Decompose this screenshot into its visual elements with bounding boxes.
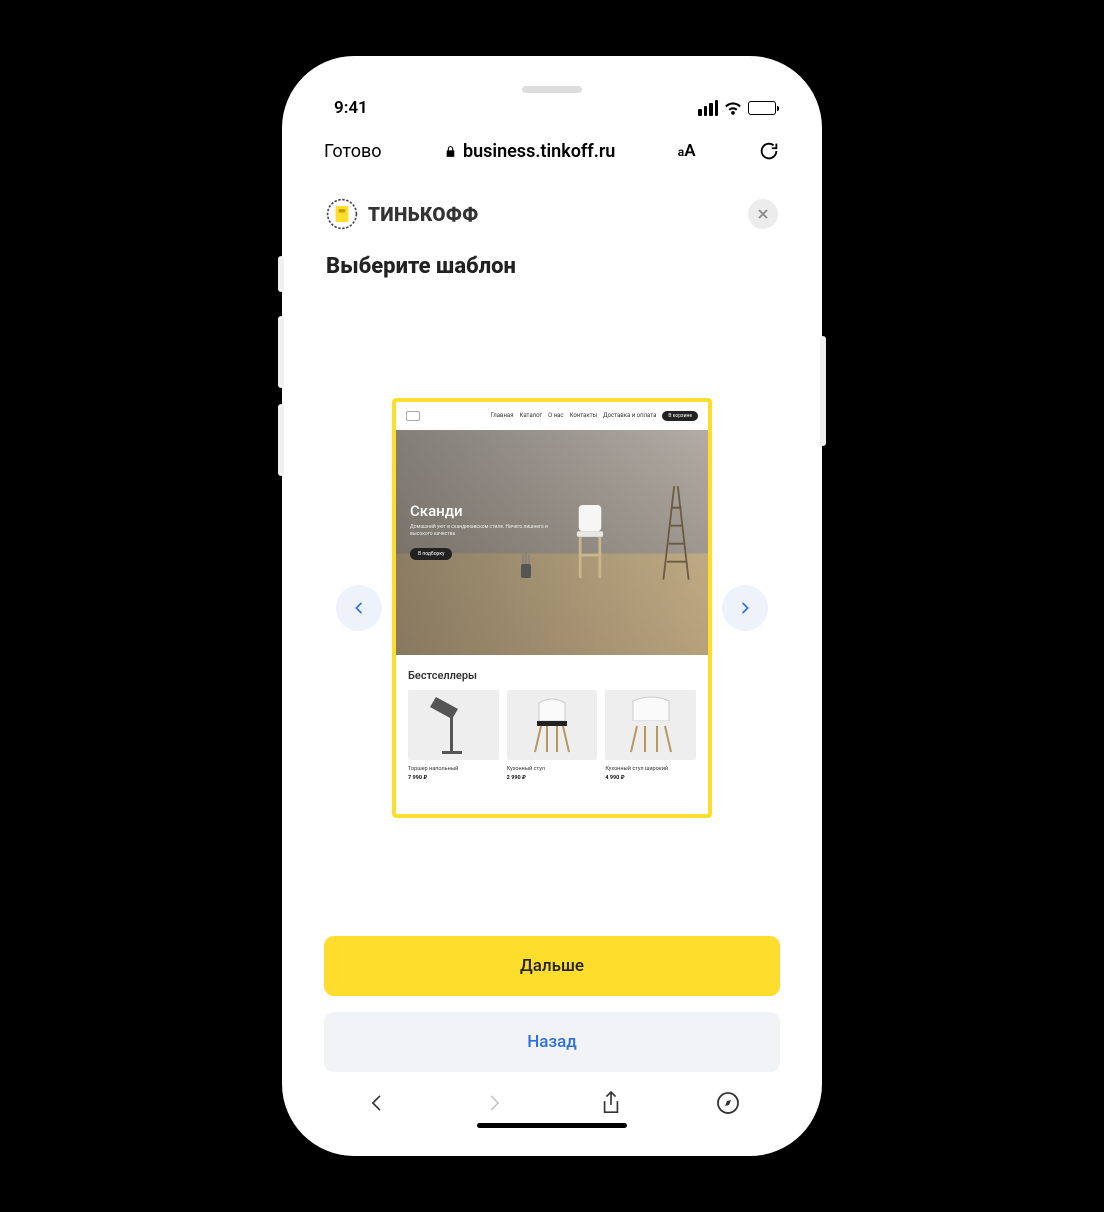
next-button[interactable]: Дальше (324, 936, 780, 996)
nav-forward-button[interactable] (481, 1090, 507, 1116)
lock-icon (444, 145, 457, 158)
product-card: Кухонный стул широкий 4 990 ₽ (605, 690, 696, 781)
template-products: Торшер напольный 7 990 ₽ Кухонный стул 2… (396, 690, 708, 791)
share-icon (600, 1090, 622, 1116)
url-text: business.tinkoff.ru (463, 141, 615, 162)
template-hero-cta: В подборку (410, 548, 452, 560)
wifi-icon (724, 101, 742, 115)
action-buttons: Дальше Назад (320, 900, 784, 1072)
chevron-left-icon (367, 1093, 387, 1113)
template-nav-cta: В корзине (662, 411, 698, 421)
template-hero-subtitle: Домашний уют в скандинавском стиле. Ниче… (410, 524, 560, 538)
volume-down-button (278, 404, 284, 476)
tinkoff-logo-icon (326, 198, 358, 230)
product-price: 4 990 ₽ (605, 775, 696, 781)
chevron-right-icon (484, 1093, 504, 1113)
done-button[interactable]: Готово (324, 141, 382, 162)
template-section-title: Бестселлеры (396, 655, 708, 690)
template-nav-item: Доставка и оплата (603, 412, 656, 419)
brand: ТИНЬКОФФ (326, 198, 479, 230)
carousel-prev-button[interactable] (336, 585, 382, 631)
product-card: Торшер напольный 7 990 ₽ (408, 690, 499, 781)
address-bar[interactable]: business.tinkoff.ru (444, 141, 615, 162)
reload-icon[interactable] (758, 140, 780, 162)
product-price: 2 990 ₽ (507, 775, 598, 781)
lamp-icon (408, 690, 499, 760)
template-hero-title: Сканди (410, 502, 694, 520)
app-header: ТИНЬКОФФ (320, 190, 784, 236)
chair-icon (507, 690, 598, 760)
product-name: Кухонный стул широкий (605, 766, 696, 772)
template-navbar: Главная Каталог О нас Контакты Доставка … (396, 402, 708, 430)
text-size-button[interactable]: аA (678, 141, 696, 161)
chair-wide-icon (605, 690, 696, 760)
battery-icon (748, 101, 776, 115)
carousel-next-button[interactable] (722, 585, 768, 631)
compass-icon (716, 1091, 740, 1115)
chevron-right-icon (737, 600, 753, 616)
compass-button[interactable] (715, 1090, 741, 1116)
notch (457, 74, 647, 108)
product-name: Кухонный стул (507, 766, 598, 772)
product-card: Кухонный стул 2 990 ₽ (507, 690, 598, 781)
page-title: Выберите шаблон (320, 236, 784, 285)
safari-toolbar (300, 1072, 804, 1138)
template-preview-card[interactable]: Главная Каталог О нас Контакты Доставка … (392, 398, 712, 818)
product-name: Торшер напольный (408, 766, 499, 772)
template-nav-item: Каталог (519, 412, 542, 419)
template-carousel: Главная Каталог О нас Контакты Доставка … (320, 315, 784, 900)
back-button[interactable]: Назад (324, 1012, 780, 1072)
mute-switch (278, 256, 284, 292)
chevron-left-icon (351, 600, 367, 616)
app-content: ТИНЬКОФФ Выберите шаблон Главная Кат (300, 178, 804, 1072)
status-time: 9:41 (334, 98, 368, 118)
template-nav-item: О нас (548, 412, 563, 419)
close-button[interactable] (748, 199, 778, 229)
template-nav-item: Контакты (570, 412, 598, 419)
volume-up-button (278, 316, 284, 388)
home-indicator[interactable] (477, 1123, 627, 1128)
nav-back-button[interactable] (364, 1090, 390, 1116)
mountain-icon (406, 411, 420, 421)
template-hero: Сканди Домашний уют в скандинавском стил… (396, 430, 708, 655)
share-button[interactable] (598, 1090, 624, 1116)
browser-top-bar: Готово business.tinkoff.ru аA (300, 124, 804, 178)
brand-name: ТИНЬКОФФ (368, 203, 479, 226)
template-nav-item: Главная (491, 412, 514, 419)
cellular-icon (698, 100, 718, 116)
phone-frame: 9:41 Готово business.tinkoff.ru аA (282, 56, 822, 1156)
close-icon (756, 207, 770, 221)
product-price: 7 990 ₽ (408, 775, 499, 781)
power-button (820, 336, 826, 446)
